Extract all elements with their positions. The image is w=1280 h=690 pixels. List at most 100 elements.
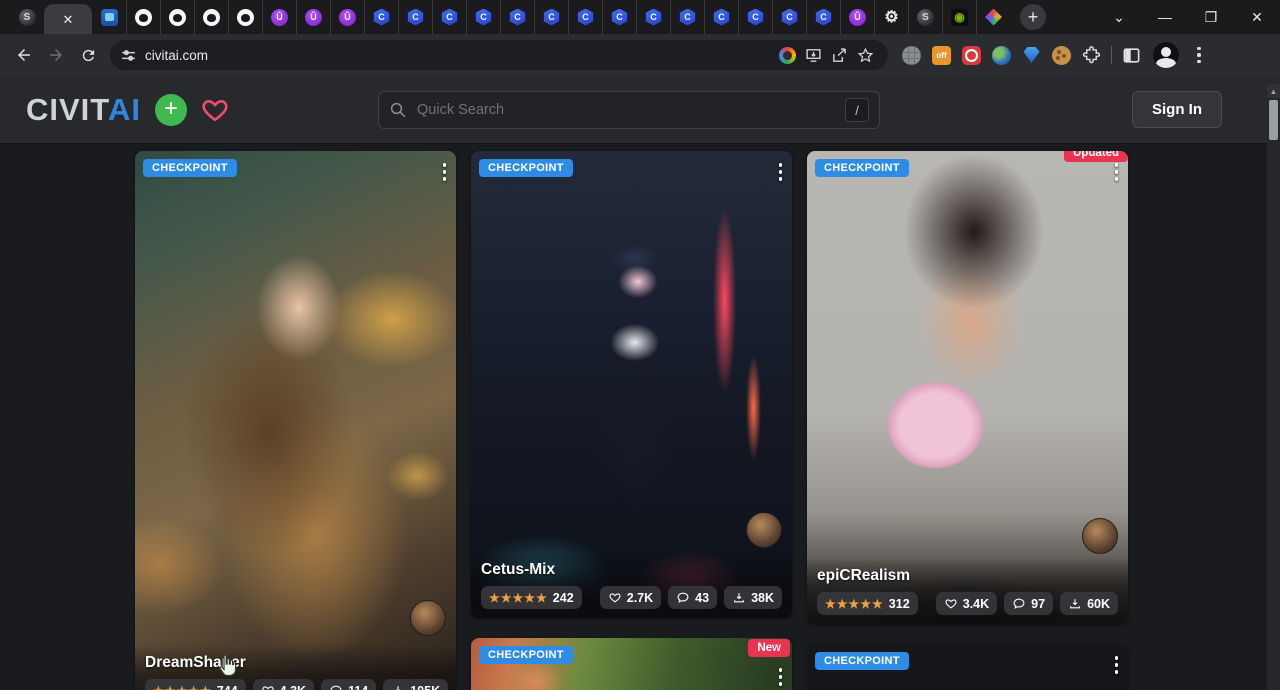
civitai-favicon-icon: [543, 9, 560, 26]
checkpoint-badge: CHECKPOINT: [815, 159, 909, 177]
side-panel-icon[interactable]: [1122, 46, 1141, 65]
tab-github[interactable]: [194, 0, 228, 34]
new-tab-button[interactable]: +: [1020, 4, 1046, 30]
off-badge-extension-icon[interactable]: off: [932, 46, 951, 65]
civitai-logo[interactable]: CIVITAI: [26, 92, 141, 128]
back-icon[interactable]: [8, 39, 40, 71]
tab-ultra[interactable]: [262, 0, 296, 34]
tab-civitai[interactable]: [398, 0, 432, 34]
browser-tab-strip: ✕ + ⌄ — ❐ ✕: [0, 0, 1280, 34]
tab-civitai[interactable]: [602, 0, 636, 34]
model-card[interactable]: CHECKPOINTNew: [471, 638, 792, 690]
tab-civitai[interactable]: [568, 0, 602, 34]
tab-civitai[interactable]: [806, 0, 840, 34]
create-plus-button[interactable]: +: [155, 94, 187, 126]
gem-extension-icon[interactable]: [1022, 46, 1041, 65]
tab-civitai[interactable]: [772, 0, 806, 34]
card-menu-icon[interactable]: [779, 163, 783, 181]
tab-civitai[interactable]: [466, 0, 500, 34]
scrollbar-up-arrow[interactable]: ▲: [1267, 84, 1280, 98]
model-card[interactable]: CHECKPOINTATIREINE ✦: [807, 644, 1128, 690]
sign-in-button[interactable]: Sign In: [1132, 91, 1222, 128]
browser-menu-icon[interactable]: [1187, 47, 1211, 64]
model-image: [471, 151, 792, 618]
tab-list: ✕: [10, 0, 1010, 34]
tab-ultra[interactable]: [330, 0, 364, 34]
model-title[interactable]: Cetus-Mix: [481, 561, 782, 579]
url-text[interactable]: civitai.com: [145, 48, 774, 63]
likes-count: 3.4K: [963, 597, 989, 611]
earth-extension-icon[interactable]: [992, 46, 1011, 65]
model-card[interactable]: CHECKPOINTCetus-Mix★★★★★2422.7K4338K: [471, 151, 792, 618]
card-menu-icon[interactable]: [1115, 163, 1119, 181]
recorder-extension-icon[interactable]: [962, 46, 981, 65]
globe-extension-icon[interactable]: [902, 46, 921, 65]
tab-civitai[interactable]: [364, 0, 398, 34]
active-tab[interactable]: ✕: [44, 4, 92, 34]
scrollbar-thumb[interactable]: [1269, 100, 1278, 140]
slash-shortcut-key: /: [845, 98, 869, 122]
minimize-button[interactable]: —: [1142, 0, 1188, 34]
civitai-favicon-icon: [713, 9, 730, 26]
tab-github[interactable]: [228, 0, 262, 34]
rating-pill: ★★★★★312: [817, 592, 918, 615]
creator-avatar[interactable]: [1082, 518, 1118, 554]
tab-swirl[interactable]: [908, 0, 942, 34]
browser-toolbar: civitai.com off: [0, 34, 1280, 76]
comment-icon: [1012, 597, 1026, 610]
profile-avatar[interactable]: [1153, 42, 1179, 68]
close-window-button[interactable]: ✕: [1234, 0, 1280, 34]
creator-avatar[interactable]: [746, 512, 782, 548]
tab-briefcase[interactable]: [92, 0, 126, 34]
tab-swirl[interactable]: [10, 0, 44, 34]
tab-civitai[interactable]: [636, 0, 670, 34]
rating-pill: ★★★★★242: [481, 586, 582, 609]
install-app-icon[interactable]: [800, 42, 826, 68]
card-menu-icon[interactable]: [443, 163, 447, 181]
downloads-count: 60K: [1087, 597, 1110, 611]
card-menu-icon[interactable]: [779, 668, 783, 686]
tab-civitai[interactable]: [704, 0, 738, 34]
download-icon: [732, 591, 746, 604]
stats-row: ★★★★★7444.3K114105K: [145, 679, 446, 690]
card-menu-icon[interactable]: [1115, 656, 1119, 674]
tab-civitai[interactable]: [432, 0, 466, 34]
cookie-extension-icon[interactable]: [1052, 46, 1071, 65]
tab-ultra[interactable]: [840, 0, 874, 34]
tab-nvidia[interactable]: [942, 0, 976, 34]
forward-icon[interactable]: [40, 39, 72, 71]
model-title[interactable]: epiCRealism: [817, 567, 1118, 585]
tab-ultra[interactable]: [296, 0, 330, 34]
tab-civitai[interactable]: [500, 0, 534, 34]
reload-icon[interactable]: [72, 39, 104, 71]
tab-gem[interactable]: [976, 0, 1010, 34]
comments-pill: 114: [321, 679, 376, 690]
google-lens-icon[interactable]: [774, 42, 800, 68]
model-card[interactable]: CHECKPOINTDreamShaper★★★★★7444.3K114105K: [135, 151, 456, 690]
tab-civitai[interactable]: [534, 0, 568, 34]
address-bar[interactable]: civitai.com: [110, 40, 888, 70]
creator-avatar[interactable]: [410, 600, 446, 636]
civitai-favicon-icon: [577, 9, 594, 26]
site-settings-icon[interactable]: [120, 47, 137, 64]
tab-github[interactable]: [126, 0, 160, 34]
tab-gear[interactable]: [874, 0, 908, 34]
tab-civitai[interactable]: [670, 0, 704, 34]
tab-close-icon[interactable]: ✕: [63, 13, 74, 26]
star-icons: ★★★★★: [489, 591, 548, 605]
page-scrollbar[interactable]: ▲: [1267, 84, 1280, 690]
model-card[interactable]: CHECKPOINTUpdatedepiCRealism★★★★★3123.4K…: [807, 151, 1128, 624]
share-icon[interactable]: [826, 42, 852, 68]
restore-button[interactable]: ❐: [1188, 0, 1234, 34]
downloads-count: 105K: [410, 684, 440, 690]
tab-civitai[interactable]: [738, 0, 772, 34]
bookmark-star-icon[interactable]: [852, 42, 878, 68]
model-title[interactable]: DreamShaper: [145, 654, 446, 672]
extensions-puzzle-icon[interactable]: [1082, 46, 1101, 65]
tab-search-chevron-icon[interactable]: ⌄: [1096, 0, 1142, 34]
search-input[interactable]: Quick Search /: [378, 91, 880, 129]
support-heart-icon[interactable]: [201, 97, 229, 123]
tab-github[interactable]: [160, 0, 194, 34]
civitai-favicon-icon: [679, 9, 696, 26]
civitai-favicon-icon: [645, 9, 662, 26]
